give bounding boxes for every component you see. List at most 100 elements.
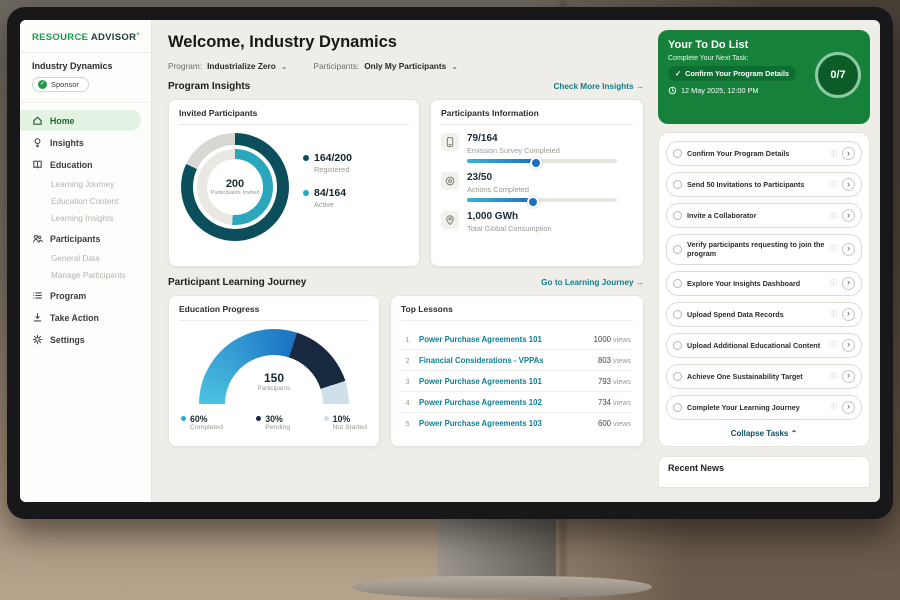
sidebar-item-program[interactable]: Program — [20, 285, 141, 306]
task-checkbox[interactable] — [673, 310, 682, 319]
org-name: Industry Dynamics — [32, 61, 141, 71]
participants-filter-dropdown[interactable]: Only My Participants — [364, 61, 446, 71]
check-icon: ✓ — [675, 69, 681, 78]
chevron-up-icon: ⌃ — [791, 429, 798, 438]
sidebar-item-general-data[interactable]: General Data — [20, 250, 151, 267]
participants-information-card: Participants Information 79/164 Emission… — [430, 99, 644, 267]
sidebar-item-education[interactable]: Education — [20, 154, 141, 175]
lesson-link[interactable]: Power Purchase Agreements 101 — [419, 335, 587, 344]
recent-news-card[interactable]: Recent News — [658, 456, 870, 488]
check-more-insights-link[interactable]: Check More Insights → — [553, 82, 644, 91]
lesson-link[interactable]: Power Purchase Agreements 103 — [419, 419, 591, 428]
insights-cards-row: Invited Participants 200 Participants In… — [168, 99, 644, 267]
participants-filter: Participants: Only My Participants ⌄ — [314, 61, 458, 71]
todo-next-task[interactable]: ✓ Confirm Your Program Details — [668, 66, 796, 81]
task-checkbox[interactable] — [673, 279, 682, 288]
arrow-right-icon: → — [636, 278, 644, 287]
gear-icon — [32, 334, 43, 345]
chevron-right-icon[interactable]: › — [842, 147, 855, 160]
task-row[interactable]: Explore Your Insights Dashboard ⓘ › — [666, 271, 862, 296]
todo-panel: Your To Do List Complete Your Next Task:… — [658, 30, 870, 502]
donut-chart: 200 Participants Invited — [181, 133, 289, 241]
chevron-right-icon[interactable]: › — [842, 339, 855, 352]
task-row[interactable]: Achieve One Sustainability Target ⓘ › — [666, 364, 862, 389]
brand-primary: RESOURCE — [32, 32, 88, 43]
sidebar-item-participants[interactable]: Participants — [20, 228, 141, 249]
legend-dot — [303, 190, 309, 196]
task-checkbox[interactable] — [673, 245, 682, 254]
lesson-rank: 3 — [403, 377, 412, 386]
lesson-link[interactable]: Power Purchase Agreements 102 — [419, 398, 591, 407]
go-to-learning-journey-link[interactable]: Go to Learning Journey → — [541, 278, 644, 287]
sponsor-badge[interactable]: ✓ Sponsor — [32, 77, 89, 92]
gauge-center: 150 Participants — [199, 371, 349, 392]
gauge-area: 150 Participants — [199, 329, 349, 405]
arrow-right-icon: → — [636, 82, 644, 91]
lesson-rank: 2 — [403, 356, 412, 365]
lesson-link[interactable]: Power Purchase Agreements 101 — [419, 377, 591, 386]
task-label: Send 50 Invitations to Participants — [687, 180, 825, 189]
progress-bar — [467, 159, 617, 163]
learning-cards-row: Education Progress 150 Participants — [168, 295, 644, 447]
program-filter: Program: Industrialize Zero ⌄ — [168, 61, 288, 71]
link-label: Check More Insights — [553, 82, 633, 91]
sidebar-item-take-action[interactable]: Take Action — [20, 307, 141, 328]
task-row[interactable]: Send 50 Invitations to Participants ⓘ › — [666, 172, 862, 197]
chevron-right-icon[interactable]: › — [842, 178, 855, 191]
sidebar-item-label: Education — [50, 160, 93, 170]
task-checkbox[interactable] — [673, 372, 682, 381]
lesson-views-unit: views — [613, 335, 631, 344]
program-insights-header: Program Insights Check More Insights → — [168, 81, 644, 92]
task-row[interactable]: Complete Your Learning Journey ⓘ › — [666, 395, 862, 420]
target-icon — [441, 172, 459, 190]
lesson-row: 1 Power Purchase Agreements 101 1000view… — [401, 329, 633, 350]
chevron-right-icon[interactable]: › — [842, 277, 855, 290]
task-checkbox[interactable] — [673, 149, 682, 158]
legend-item-not-started: 10% Not Started — [324, 414, 367, 431]
donut-inner: 200 Participants Invited — [193, 145, 277, 229]
legend-item-active: 84/164 Active — [303, 187, 352, 209]
task-checkbox[interactable] — [673, 180, 682, 189]
chevron-down-icon[interactable]: ⌄ — [281, 62, 288, 71]
chevron-right-icon[interactable]: › — [842, 370, 855, 383]
sidebar-item-education-content[interactable]: Education Content — [20, 193, 151, 210]
card-title: Participants Information — [441, 108, 633, 125]
brand-plus: + — [136, 32, 140, 38]
brand-secondary: ADVISOR — [91, 32, 136, 43]
lesson-row: 2 Financial Considerations - VPPAs 803vi… — [401, 350, 633, 371]
chevron-right-icon[interactable]: › — [842, 308, 855, 321]
chevron-right-icon[interactable]: › — [842, 401, 855, 414]
lesson-views-unit: views — [613, 377, 631, 386]
main-content: Welcome, Industry Dynamics Program: Indu… — [152, 20, 652, 502]
sidebar-item-settings[interactable]: Settings — [20, 329, 141, 350]
task-row[interactable]: Upload Additional Educational Content ⓘ … — [666, 333, 862, 358]
chevron-right-icon[interactable]: › — [842, 209, 855, 222]
task-checkbox[interactable] — [673, 403, 682, 412]
task-checkbox[interactable] — [673, 341, 682, 350]
program-filter-dropdown[interactable]: Industrialize Zero — [207, 61, 276, 71]
lesson-link[interactable]: Financial Considerations - VPPAs — [419, 356, 591, 365]
task-row[interactable]: Upload Spend Data Records ⓘ › — [666, 302, 862, 327]
task-row[interactable]: Confirm Your Program Details ⓘ › — [666, 141, 862, 166]
chevron-down-icon[interactable]: ⌄ — [451, 62, 458, 71]
sidebar-item-home[interactable]: Home — [20, 110, 141, 131]
task-row[interactable]: Verify participants requesting to join t… — [666, 234, 862, 265]
monitor-stand-neck — [438, 512, 556, 586]
home-icon — [32, 115, 43, 126]
task-label: Confirm Your Program Details — [687, 149, 825, 158]
sidebar-item-manage-participants[interactable]: Manage Participants — [20, 267, 151, 284]
sidebar-item-label: Settings — [50, 335, 85, 345]
task-row[interactable]: Invite a Collaborator ⓘ › — [666, 203, 862, 228]
sidebar-item-learning-journey[interactable]: Learning Journey — [20, 176, 151, 193]
task-label: Explore Your Insights Dashboard — [687, 279, 825, 288]
task-list-card: Confirm Your Program Details ⓘ › Send 50… — [658, 132, 870, 447]
sidebar-item-insights[interactable]: Insights — [20, 132, 141, 153]
info-icon: ⓘ — [830, 211, 837, 221]
task-label: Verify participants requesting to join t… — [687, 240, 825, 259]
monitor-stand-base — [352, 576, 652, 598]
collapse-tasks-link[interactable]: Collapse Tasks ⌃ — [666, 426, 862, 443]
sidebar-item-learning-insights[interactable]: Learning Insights — [20, 210, 151, 227]
chevron-right-icon[interactable]: › — [842, 243, 855, 256]
task-checkbox[interactable] — [673, 211, 682, 220]
donut-area: 200 Participants Invited 164/200 Regist — [179, 133, 409, 241]
